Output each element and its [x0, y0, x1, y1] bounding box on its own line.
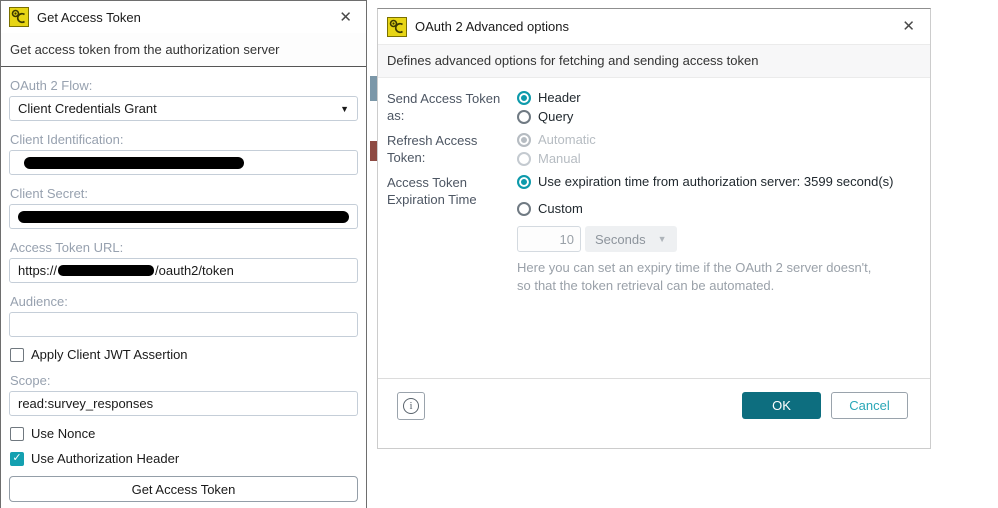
oauth2-flow-select[interactable]: Client Credentials Grant ▼: [9, 96, 358, 121]
redacted-client-secret: [18, 210, 349, 223]
oauth2-advanced-options-dialog: OAuth 2 Advanced options ✕ Defines advan…: [377, 8, 931, 449]
ok-button[interactable]: OK: [742, 392, 821, 419]
refresh-automatic-label: Automatic: [538, 132, 596, 147]
radio-unselected-icon: [517, 201, 531, 216]
refresh-manual-radio: Manual: [517, 150, 596, 167]
custom-unit-value: Seconds: [595, 231, 646, 247]
scope-label: Scope:: [10, 373, 51, 388]
scope-input[interactable]: [9, 391, 358, 416]
checkbox-checked-icon: ✓: [10, 451, 24, 466]
left-dialog-body: OAuth 2 Flow: Client Credentials Grant ▼…: [1, 78, 366, 508]
radio-selected-icon: [517, 90, 531, 105]
right-dialog-titlebar: OAuth 2 Advanced options ✕: [378, 9, 930, 44]
help-line-2: so that the token retrieval can be autom…: [517, 278, 775, 293]
custom-expiration-controls: Seconds ▼: [517, 226, 894, 252]
access-token-url-label: Access Token URL:: [10, 240, 124, 255]
apply-jwt-checkbox[interactable]: Apply Client JWT Assertion: [10, 347, 357, 362]
client-id-label: Client Identification:: [10, 132, 124, 147]
custom-unit-select[interactable]: Seconds ▼: [585, 226, 677, 252]
server-expiration-radio[interactable]: Use expiration time from authorization s…: [517, 173, 894, 190]
readyapi-logo-icon: [387, 16, 407, 37]
left-dialog-titlebar: Get Access Token ✕: [1, 1, 366, 33]
screen: Get Access Token ✕ Get access token from…: [0, 0, 998, 508]
right-dialog-footer: i OK Cancel: [378, 378, 930, 448]
radio-unselected-icon: [517, 109, 531, 124]
send-token-row: Send Access Token as: Header Query: [387, 89, 921, 125]
use-nonce-checkbox-label: Use Nonce: [31, 426, 96, 441]
use-nonce-checkbox[interactable]: Use Nonce: [10, 426, 357, 441]
send-token-header-radio[interactable]: Header: [517, 89, 581, 106]
left-dialog-subtitle: Get access token from the authorization …: [1, 33, 366, 67]
refresh-token-row: Refresh Access Token: Automatic Manual: [387, 131, 921, 167]
right-dialog-body: Send Access Token as: Header Query Refre…: [378, 78, 930, 295]
redacted-token-url-host: [58, 265, 155, 276]
refresh-token-label: Refresh Access Token:: [387, 133, 478, 165]
close-icon[interactable]: ✕: [896, 17, 921, 36]
info-button[interactable]: i: [397, 392, 425, 420]
audience-input[interactable]: [9, 312, 358, 337]
chevron-down-icon: ▼: [657, 234, 667, 244]
radio-selected-icon: [517, 174, 531, 189]
apply-jwt-checkbox-label: Apply Client JWT Assertion: [31, 347, 188, 362]
token-url-suffix: /oauth2/token: [155, 263, 234, 278]
get-access-token-dialog: Get Access Token ✕ Get access token from…: [0, 0, 367, 508]
right-dialog-subtitle: Defines advanced options for fetching an…: [378, 44, 930, 78]
use-auth-header-checkbox[interactable]: ✓ Use Authorization Header: [10, 451, 357, 466]
background-window-fragment: [370, 76, 377, 101]
use-auth-header-checkbox-label: Use Authorization Header: [31, 451, 180, 466]
client-secret-input[interactable]: [9, 204, 358, 229]
send-token-header-label: Header: [538, 90, 581, 105]
access-token-url-input[interactable]: https:// /oauth2/token: [9, 258, 358, 283]
checkbox-unchecked-icon: [10, 426, 24, 441]
send-token-query-label: Query: [538, 109, 574, 124]
oauth2-flow-label: OAuth 2 Flow:: [10, 78, 93, 93]
expiration-help-text: Here you can set an expiry time if the O…: [517, 259, 894, 295]
info-icon: i: [403, 398, 419, 414]
audience-label: Audience:: [10, 294, 68, 309]
server-expiration-label: Use expiration time from authorization s…: [538, 174, 894, 189]
send-token-label: Send Access Token as:: [387, 91, 501, 123]
token-url-prefix: https://: [18, 263, 58, 278]
background-window-fragment: [370, 141, 377, 161]
right-dialog-title: OAuth 2 Advanced options: [415, 19, 569, 34]
get-access-token-button[interactable]: Get Access Token: [9, 476, 358, 502]
expiration-time-label: Access Token Expiration Time: [387, 175, 477, 207]
info-glyph: i: [409, 400, 413, 412]
checkbox-unchecked-icon: [10, 347, 24, 362]
custom-expiration-radio[interactable]: Custom: [517, 200, 894, 217]
redacted-client-id: [24, 156, 244, 169]
expiration-time-row: Access Token Expiration Time Use expirat…: [387, 173, 921, 295]
client-secret-label: Client Secret:: [10, 186, 89, 201]
oauth2-flow-value: Client Credentials Grant: [18, 101, 157, 116]
refresh-automatic-radio: Automatic: [517, 131, 596, 148]
cancel-button[interactable]: Cancel: [831, 392, 908, 419]
send-token-query-radio[interactable]: Query: [517, 108, 581, 125]
readyapi-logo-icon: [9, 7, 29, 27]
help-line-1: Here you can set an expiry time if the O…: [517, 260, 872, 275]
close-icon[interactable]: ✕: [333, 8, 358, 27]
custom-seconds-input[interactable]: [517, 226, 581, 252]
chevron-down-icon: ▼: [340, 103, 349, 114]
client-id-input[interactable]: [9, 150, 358, 175]
custom-expiration-label: Custom: [538, 201, 583, 216]
checkmark-icon: ✓: [12, 452, 22, 464]
radio-disabled-unselected-icon: [517, 151, 531, 166]
refresh-manual-label: Manual: [538, 151, 581, 166]
left-dialog-title: Get Access Token: [37, 9, 141, 25]
radio-disabled-selected-icon: [517, 132, 531, 147]
